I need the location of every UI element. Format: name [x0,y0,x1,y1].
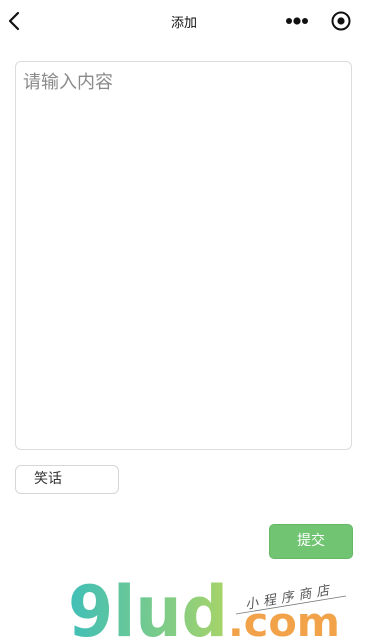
category-label: 笑话 [34,471,62,487]
back-button[interactable] [4,8,28,34]
more-dots-icon [286,17,308,25]
chevron-left-icon [8,11,20,31]
more-button[interactable] [284,12,310,30]
watermark-domain: .com [228,600,340,643]
content-textarea[interactable] [15,61,352,450]
watermark-logo: 9lud .com 小程序商店 [68,571,347,643]
close-miniprogram-button[interactable] [330,10,352,32]
watermark-tagline: 小程序商店 [244,583,335,613]
submit-button[interactable]: 提交 [269,524,353,559]
watermark-brand: 9lud [68,571,228,643]
navigation-bar: 添加 [0,0,368,42]
page-title: 添加 [170,16,197,31]
category-select[interactable]: 笑话 [15,465,119,494]
target-circle-icon [331,11,351,31]
